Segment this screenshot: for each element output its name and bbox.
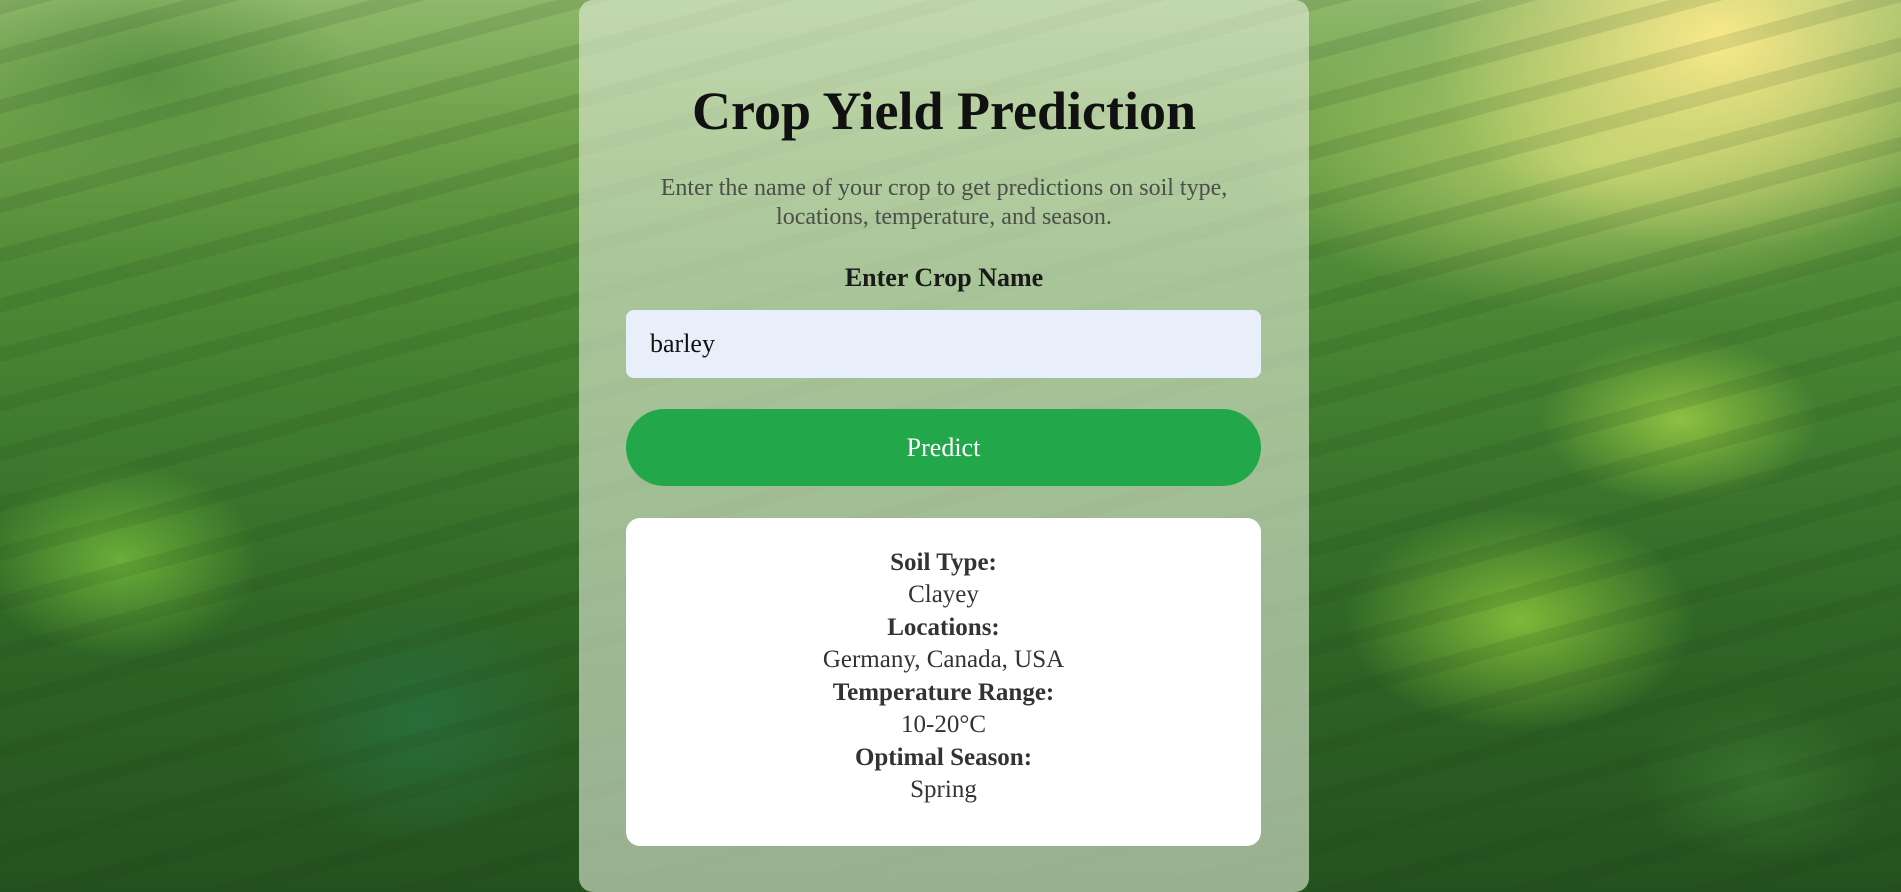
soil-type-value: Clayey bbox=[908, 581, 979, 608]
season-value: Spring bbox=[910, 776, 977, 803]
temperature-label: Temperature Range: bbox=[832, 679, 1055, 706]
season-label: Optimal Season: bbox=[854, 744, 1033, 771]
temperature-value: 10-20°C bbox=[901, 711, 986, 738]
page-title: Crop Yield Prediction bbox=[692, 81, 1196, 141]
crop-name-label: Enter Crop Name bbox=[844, 263, 1044, 292]
crop-name-input[interactable] bbox=[626, 310, 1261, 378]
locations-label: Locations: bbox=[887, 614, 1000, 641]
prediction-panel: Crop Yield Prediction Enter the name of … bbox=[579, 0, 1309, 892]
page-subtitle: Enter the name of your crop to get predi… bbox=[660, 175, 1228, 230]
result-soil-type: Soil Type: Clayey bbox=[626, 548, 1261, 613]
result-temperature: Temperature Range: 10-20°C bbox=[626, 678, 1261, 743]
soil-type-label: Soil Type: bbox=[890, 549, 997, 576]
result-locations: Locations: Germany, Canada, USA bbox=[626, 613, 1261, 678]
result-card: Soil Type: Clayey Locations: Germany, Ca… bbox=[626, 518, 1261, 846]
locations-value: Germany, Canada, USA bbox=[822, 646, 1065, 673]
predict-button[interactable]: Predict bbox=[626, 409, 1261, 486]
result-season: Optimal Season: Spring bbox=[626, 743, 1261, 808]
